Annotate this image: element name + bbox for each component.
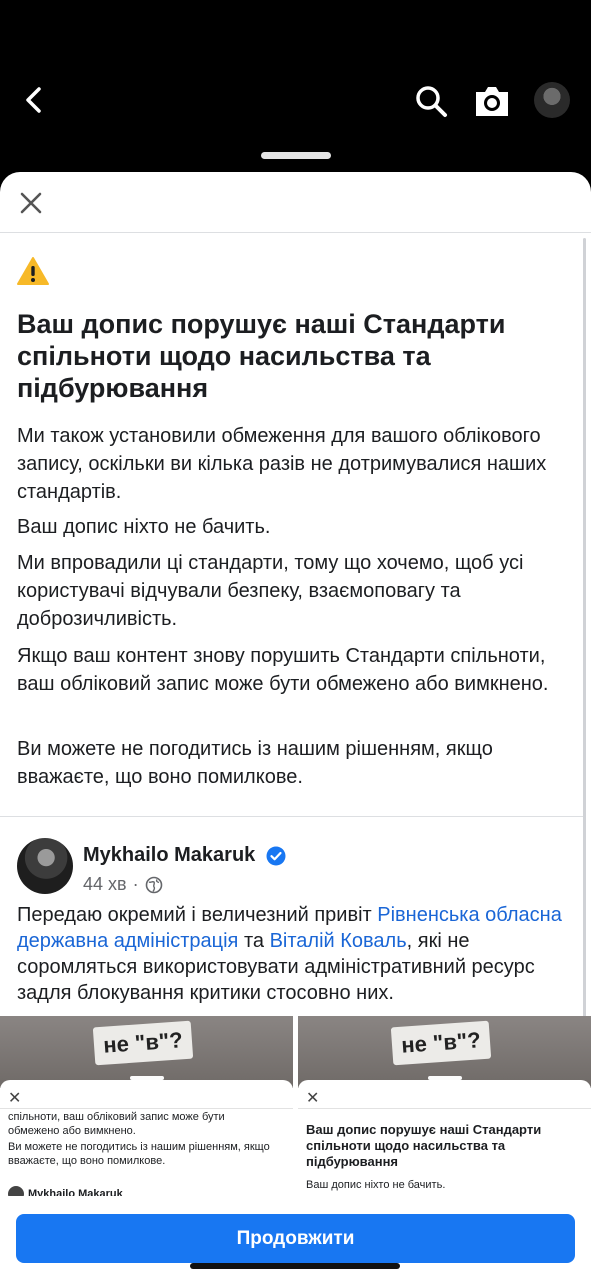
home-indicator (190, 1263, 400, 1269)
sheet-grabber[interactable] (261, 152, 331, 159)
globe-icon (145, 876, 162, 893)
mini-close-icon: ✕ (8, 1090, 22, 1107)
paragraph-disagree: Ви можете не погодитись із нашим рішення… (17, 738, 493, 788)
post-image-1[interactable]: не "в"? ✕ спільноти, ваш обліковий запис… (0, 1016, 293, 1196)
tag-link-person[interactable]: Віталій Коваль (270, 930, 407, 952)
post-text-part: Передаю окремий і величезний привіт (17, 904, 378, 926)
continue-button[interactable]: Продовжити (16, 1214, 575, 1263)
violation-sheet: Ваш допис порушує наші Стандарти спільно… (0, 172, 591, 1280)
paragraph-restriction: Ми також установили обмеження для вашого… (17, 425, 547, 503)
close-icon[interactable] (16, 188, 46, 218)
mini-author: Mykhailo Makaruk (28, 1188, 123, 1196)
profile-avatar[interactable] (534, 82, 570, 118)
photo-sign: не "в"? (390, 1020, 492, 1066)
mini-paragraph: спільноти, ваш обліковий запис може бути… (8, 1111, 225, 1137)
paragraph-warning: Якщо ваш контент знову порушить Стандарт… (17, 645, 549, 695)
post-text-part: та (238, 930, 270, 952)
post-meta: 44 хв · (83, 874, 163, 895)
mini-sheet: ✕ спільноти, ваш обліковий запис може бу… (0, 1080, 293, 1196)
divider (0, 816, 583, 817)
divider (0, 232, 591, 233)
verified-badge-icon (266, 846, 286, 866)
paragraph-hidden: Ваш допис ніхто не бачить. (17, 516, 271, 538)
chevron-left-icon[interactable] (18, 84, 50, 116)
warning-icon (17, 257, 49, 285)
top-bar (0, 0, 591, 175)
paragraph-reason: Ми впровадили ці стандарти, тому що хоче… (17, 552, 524, 630)
post-text: Передаю окремий і величезний привіт Рівн… (17, 902, 572, 1006)
post-image-2[interactable]: не "в"? ✕ Ваш допис порушує наші Стандар… (298, 1016, 591, 1196)
mini-paragraph: Ваш допис ніхто не бачить. (306, 1179, 446, 1191)
author-name[interactable]: Mykhailo Makaruk (83, 844, 255, 867)
author-avatar[interactable] (17, 838, 73, 894)
meta-separator: · (132, 874, 139, 894)
photo-sign: не "в"? (92, 1020, 194, 1066)
scrollbar[interactable] (583, 238, 586, 1018)
mini-paragraph: Ви можете не погодитись із нашим рішення… (8, 1141, 270, 1167)
mini-close-icon: ✕ (306, 1090, 320, 1107)
mini-avatar (8, 1186, 24, 1196)
search-icon[interactable] (414, 84, 448, 118)
violation-title: Ваш допис порушує наші Стандарти спільно… (17, 309, 506, 403)
divider (0, 1108, 293, 1109)
divider (298, 1108, 591, 1109)
post-time[interactable]: 44 хв (83, 874, 127, 895)
mini-sheet: ✕ Ваш допис порушує наші Стандарти спіль… (298, 1080, 591, 1196)
mini-title: Ваш допис порушує наші Стандарти спільно… (306, 1122, 542, 1169)
camera-icon[interactable] (472, 82, 512, 120)
